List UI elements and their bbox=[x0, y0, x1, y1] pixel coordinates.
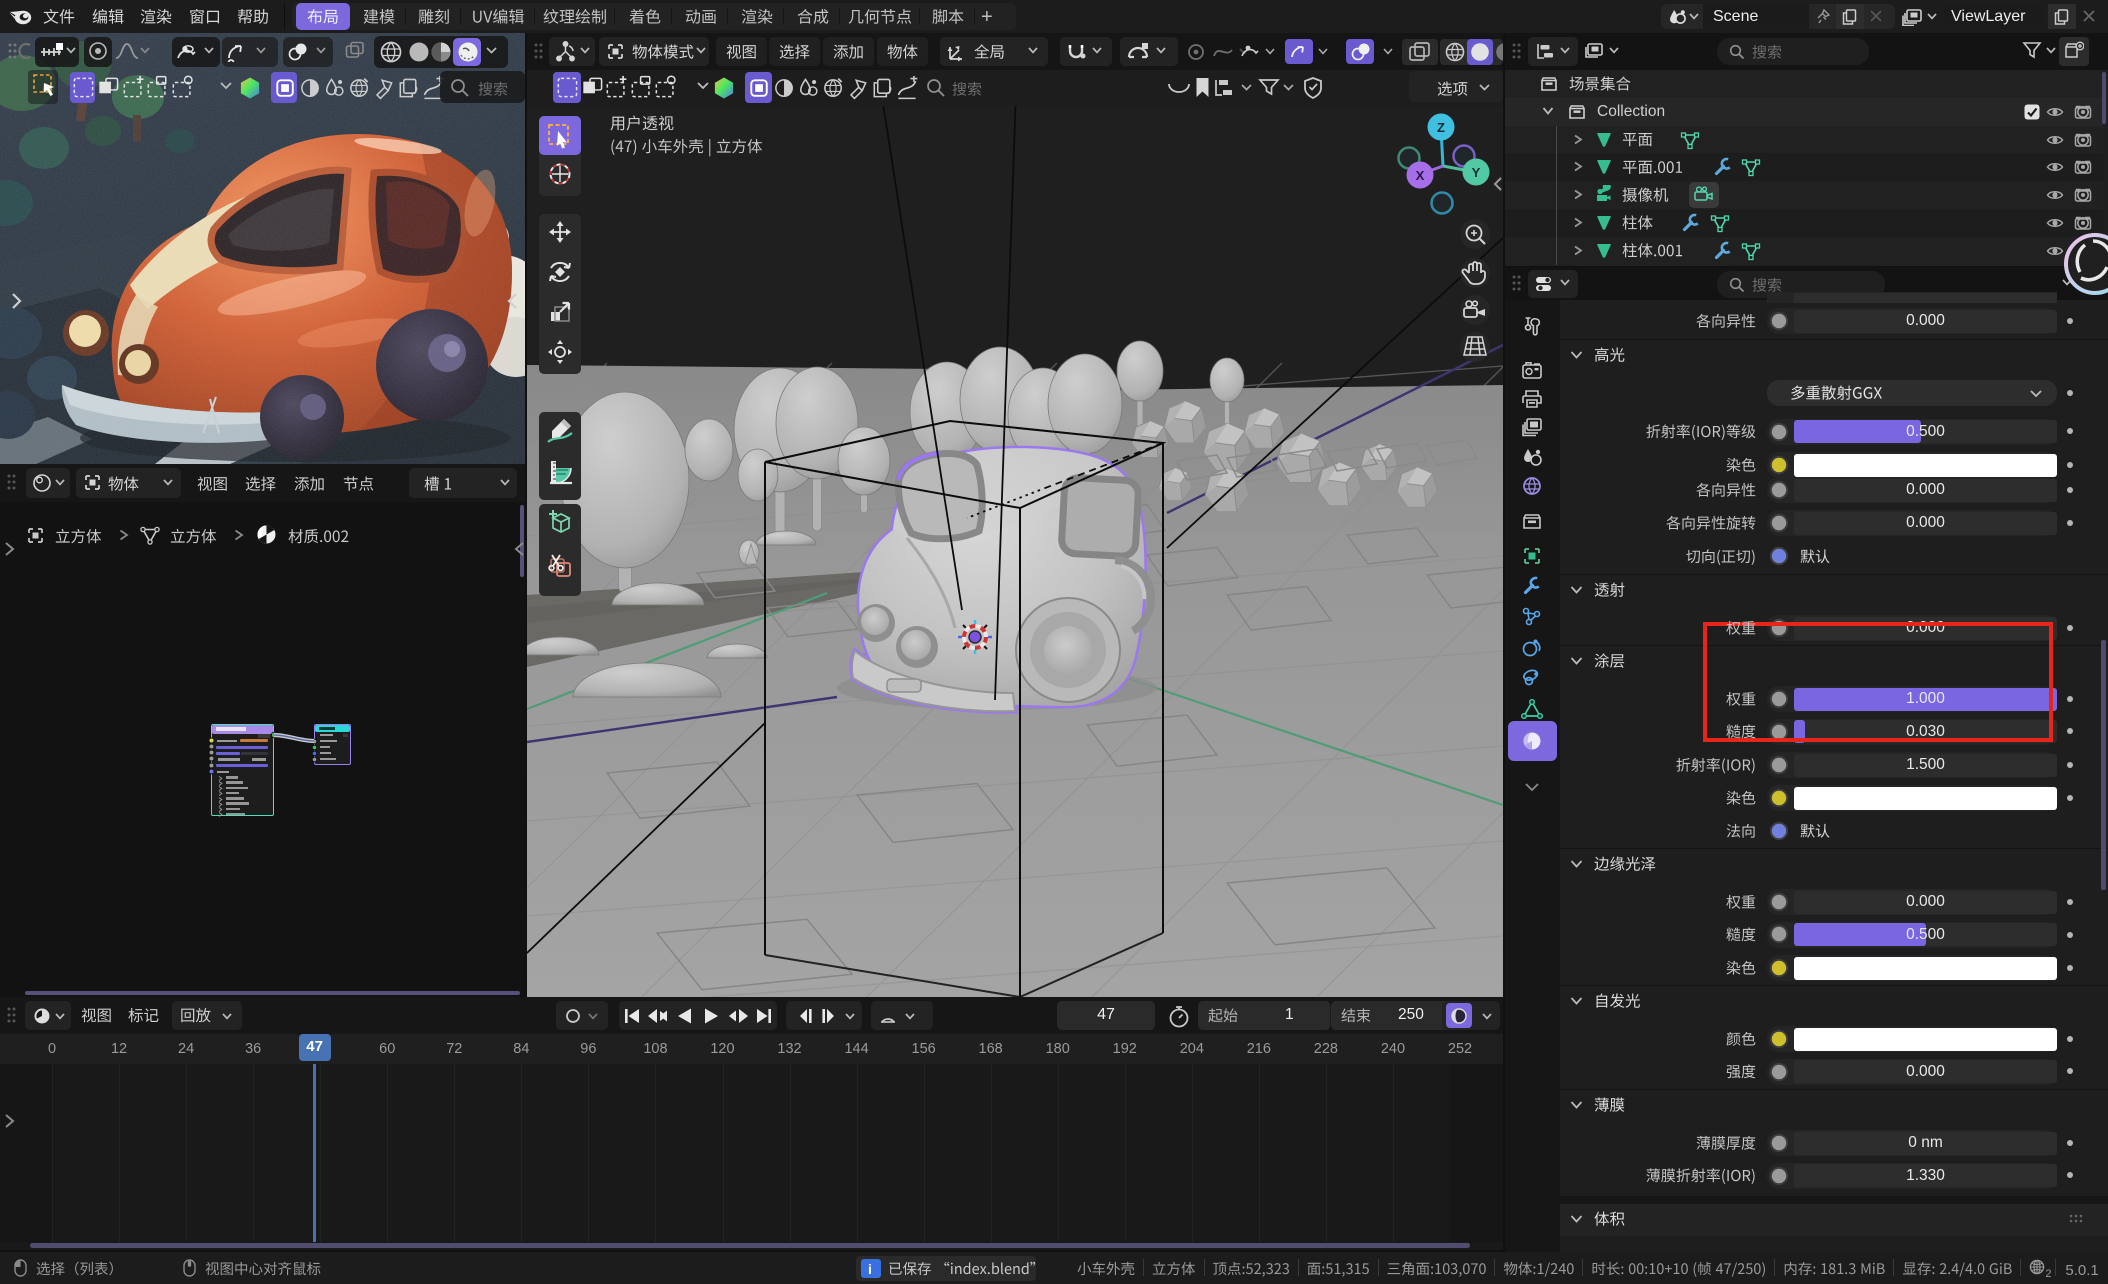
svg-text:X: X bbox=[1416, 168, 1425, 183]
svg-text:Z: Z bbox=[1437, 120, 1445, 135]
svg-text:Y: Y bbox=[1472, 165, 1481, 180]
